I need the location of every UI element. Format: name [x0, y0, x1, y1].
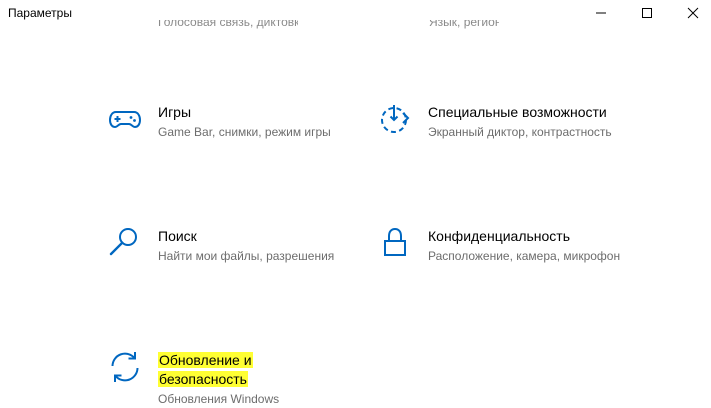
tile-description: Расположение, камера, микрофон [428, 249, 621, 263]
tile-description: Найти мои файлы, разрешения [158, 249, 335, 263]
clipped-tile-desc-right: Язык, регион [429, 20, 499, 29]
maximize-button[interactable] [624, 0, 670, 25]
highlighted-title-line-1: Обновление и [158, 352, 253, 368]
close-button[interactable] [670, 0, 711, 25]
minimize-button[interactable] [578, 0, 624, 25]
tile-title: Игры [158, 104, 192, 120]
tile-description: Обновления Windows [158, 392, 280, 406]
minimize-icon [596, 12, 606, 13]
maximize-icon [642, 7, 652, 18]
settings-window: Параметры Голосовая связь, диктовка Язык… [0, 0, 711, 408]
gamepad-icon [108, 102, 142, 136]
clipped-tile-desc-left: Голосовая связь, диктовка [158, 20, 298, 29]
tile-description: Game Bar, снимки, режим игры [158, 125, 331, 139]
tile-title: Специальные возможности [428, 104, 607, 120]
window-title: Параметры [8, 6, 72, 20]
lock-icon [378, 226, 412, 260]
tile-title: Обновление и безопасность [158, 351, 358, 389]
tile-title: Конфиденциальность [428, 228, 571, 244]
tile-description: Экранный диктор, контрастность [428, 125, 612, 139]
tile-title: Поиск [158, 228, 197, 244]
search-icon [108, 226, 142, 260]
highlighted-title-line-2: безопасность [158, 371, 248, 387]
close-icon [687, 7, 699, 18]
title-bar[interactable]: Параметры [0, 0, 711, 25]
refresh-sync-icon [108, 350, 142, 384]
accessibility-timer-icon [378, 102, 412, 136]
